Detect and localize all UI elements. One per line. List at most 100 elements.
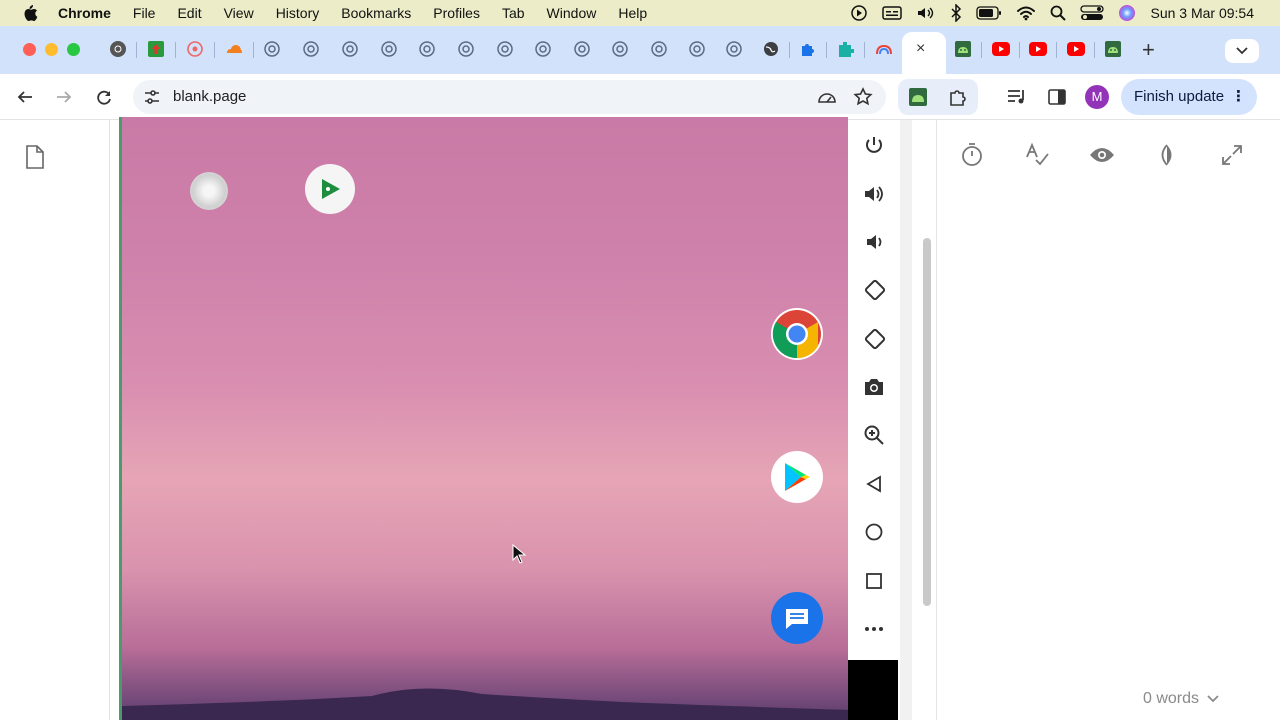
site-settings-icon[interactable] bbox=[143, 88, 161, 111]
new-tab-button[interactable]: + bbox=[1142, 37, 1155, 63]
bluetooth-icon[interactable] bbox=[950, 4, 962, 22]
side-panel-icon[interactable] bbox=[1047, 87, 1067, 107]
home-icon[interactable] bbox=[863, 521, 885, 543]
extensions-puzzle-icon[interactable] bbox=[948, 87, 968, 107]
tab-youtube-icon[interactable] bbox=[1067, 40, 1085, 58]
tab-loading-icon[interactable] bbox=[418, 40, 436, 58]
emulator-screen[interactable] bbox=[119, 117, 848, 720]
address-bar[interactable]: blank.page bbox=[133, 80, 886, 114]
rotate-left-icon[interactable] bbox=[863, 279, 885, 301]
search-icon[interactable] bbox=[1050, 5, 1067, 21]
menu-help[interactable]: Help bbox=[618, 5, 647, 21]
wifi-icon[interactable] bbox=[1016, 5, 1036, 21]
performance-icon[interactable] bbox=[817, 88, 837, 111]
chevron-down-icon bbox=[1207, 690, 1220, 708]
menu-edit[interactable]: Edit bbox=[177, 5, 201, 21]
tab-loading-icon[interactable] bbox=[302, 40, 320, 58]
forward-icon[interactable] bbox=[54, 87, 74, 107]
active-tab[interactable]: × bbox=[902, 32, 946, 74]
media-controls-icon[interactable] bbox=[1007, 87, 1027, 107]
tab-loading-icon[interactable] bbox=[534, 40, 552, 58]
more-menu-icon[interactable]: ⋮ bbox=[1231, 79, 1246, 115]
menu-history[interactable]: History bbox=[276, 5, 320, 21]
menu-window[interactable]: Window bbox=[547, 5, 597, 21]
tab-loading-icon[interactable] bbox=[725, 40, 743, 58]
scrollbar-thumb[interactable] bbox=[923, 238, 931, 606]
loading-app-icon[interactable] bbox=[190, 172, 228, 210]
tab-youtube-icon[interactable] bbox=[992, 40, 1010, 58]
tab-lens-icon[interactable] bbox=[186, 40, 204, 58]
play-store-icon[interactable] bbox=[771, 451, 823, 503]
close-tab-icon[interactable]: × bbox=[916, 40, 925, 58]
tab-loading-icon[interactable] bbox=[611, 40, 629, 58]
document-icon[interactable] bbox=[25, 145, 45, 174]
power-icon[interactable] bbox=[863, 134, 885, 156]
apple-icon[interactable] bbox=[22, 4, 40, 22]
back-icon[interactable] bbox=[15, 87, 35, 107]
tab-loading-icon[interactable] bbox=[650, 40, 668, 58]
tab-upload-app-icon[interactable] bbox=[147, 40, 165, 58]
eye-icon[interactable] bbox=[1089, 142, 1115, 168]
timer-icon[interactable] bbox=[959, 142, 985, 168]
tab-cloudflare-icon[interactable] bbox=[225, 40, 243, 58]
tab-loading-icon[interactable] bbox=[263, 40, 281, 58]
menu-tab[interactable]: Tab bbox=[502, 5, 525, 21]
bookmark-star-icon[interactable] bbox=[853, 87, 873, 112]
close-window-button[interactable] bbox=[23, 43, 36, 56]
tab-globe-icon[interactable] bbox=[762, 40, 780, 58]
menu-bookmarks[interactable]: Bookmarks bbox=[341, 5, 411, 21]
tab-search-button[interactable] bbox=[1225, 39, 1259, 63]
play-games-icon[interactable] bbox=[305, 164, 355, 214]
rotate-right-icon[interactable] bbox=[863, 328, 885, 350]
zoom-window-button[interactable] bbox=[67, 43, 80, 56]
chrome-icon[interactable] bbox=[771, 308, 823, 360]
url-text[interactable]: blank.page bbox=[173, 88, 246, 105]
overview-icon[interactable] bbox=[863, 570, 885, 592]
android-emulator-extension-icon[interactable] bbox=[908, 87, 928, 107]
tab-android-emulator-icon[interactable] bbox=[1104, 40, 1122, 58]
finish-update-button[interactable]: Finish update ⋮ bbox=[1121, 79, 1257, 115]
tab-android-emulator-icon[interactable] bbox=[954, 40, 972, 58]
tab-separator bbox=[826, 42, 827, 58]
back-icon[interactable] bbox=[863, 473, 885, 495]
volume-up-icon[interactable] bbox=[863, 183, 885, 205]
scroll-track[interactable] bbox=[900, 120, 912, 720]
camera-icon[interactable] bbox=[863, 376, 885, 398]
tab-youtube-icon[interactable] bbox=[1029, 40, 1047, 58]
tab-puzzle-icon[interactable] bbox=[837, 40, 855, 58]
tab-loading-icon[interactable] bbox=[341, 40, 359, 58]
tab-loading-icon[interactable] bbox=[380, 40, 398, 58]
menu-file[interactable]: File bbox=[133, 5, 156, 21]
word-count-dropdown[interactable]: 0 words bbox=[1143, 690, 1220, 708]
tab-android-studio-icon[interactable] bbox=[875, 40, 893, 58]
tab-chrome-logo-icon[interactable] bbox=[109, 40, 127, 58]
play-circle-icon[interactable] bbox=[850, 4, 868, 22]
profile-avatar[interactable]: M bbox=[1085, 85, 1109, 109]
menu-view[interactable]: View bbox=[224, 5, 254, 21]
captions-icon[interactable] bbox=[882, 5, 903, 21]
messages-icon[interactable] bbox=[771, 592, 823, 644]
spellcheck-icon[interactable] bbox=[1024, 142, 1050, 168]
zoom-icon[interactable] bbox=[863, 424, 885, 446]
more-icon[interactable] bbox=[863, 618, 885, 640]
battery-icon[interactable] bbox=[976, 6, 1002, 20]
tab-loading-icon[interactable] bbox=[457, 40, 475, 58]
extensions-group bbox=[898, 79, 978, 115]
tab-loading-icon[interactable] bbox=[688, 40, 706, 58]
minimize-window-button[interactable] bbox=[45, 43, 58, 56]
siri-icon[interactable] bbox=[1118, 4, 1136, 22]
menubar-clock[interactable]: Sun 3 Mar 09:54 bbox=[1150, 5, 1254, 21]
control-center-icon[interactable] bbox=[1080, 5, 1105, 21]
menu-profiles[interactable]: Profiles bbox=[433, 5, 480, 21]
emulator-controls bbox=[848, 120, 898, 660]
menu-bar: Chrome File Edit View History Bookmarks … bbox=[0, 0, 1280, 26]
menu-app-chrome[interactable]: Chrome bbox=[58, 5, 111, 21]
volume-icon[interactable] bbox=[916, 5, 936, 21]
volume-down-icon[interactable] bbox=[863, 231, 885, 253]
contrast-icon[interactable] bbox=[1154, 142, 1180, 168]
tab-loading-icon[interactable] bbox=[573, 40, 591, 58]
expand-icon[interactable] bbox=[1219, 142, 1245, 168]
tab-loading-icon[interactable] bbox=[496, 40, 514, 58]
reload-icon[interactable] bbox=[94, 87, 114, 107]
tab-extension-icon[interactable] bbox=[799, 40, 817, 58]
